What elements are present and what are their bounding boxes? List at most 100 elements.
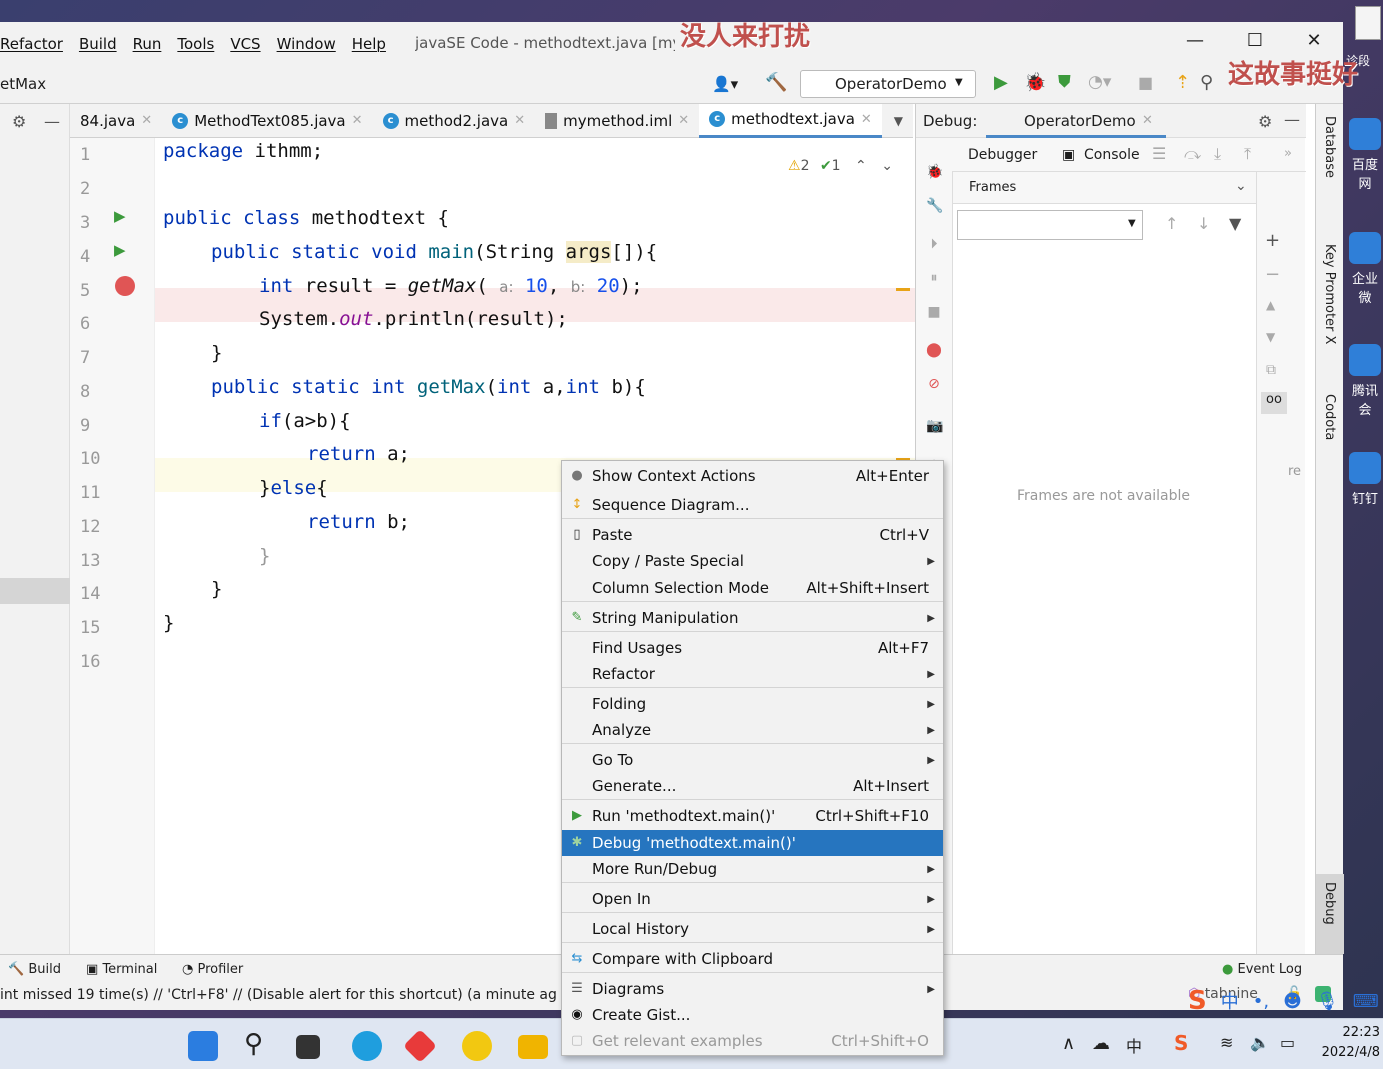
edge-icon[interactable] — [352, 1031, 382, 1061]
menu-item-copy-paste-special[interactable]: Copy / Paste Special ▶ — [562, 548, 943, 574]
search-everywhere-icon[interactable]: ⚲ — [1200, 72, 1213, 93]
menu-help[interactable]: Help — [344, 35, 394, 53]
coverage-icon[interactable]: ⛊ — [1058, 72, 1071, 92]
filter-icon[interactable]: ▼ — [1229, 214, 1241, 233]
emoji-icon[interactable]: ☻ — [1283, 991, 1302, 1012]
codota-tool-button[interactable]: Codota — [1322, 394, 1337, 440]
tab-mymethod-iml[interactable]: mymethod.iml ✕ — [535, 104, 699, 138]
view-breakpoints-icon[interactable]: ⬤ — [926, 342, 942, 358]
minimize-button[interactable]: — — [1180, 30, 1210, 51]
close-icon[interactable]: ✕ — [1142, 113, 1153, 128]
vcs-update-icon[interactable]: ⇡ — [1175, 72, 1190, 93]
desktop-icon-wecom[interactable]: 企业微 — [1347, 232, 1383, 306]
user-icon[interactable]: 👤▾ — [712, 75, 738, 93]
stop-icon[interactable]: ■ — [926, 304, 942, 320]
event-log-button[interactable]: ● Event Log — [1222, 962, 1302, 977]
thread-select[interactable]: ▼ — [957, 210, 1143, 240]
glasses-icon[interactable]: oo — [1261, 392, 1287, 414]
step-over-icon[interactable]: ⤼ — [1184, 144, 1201, 164]
app-yellow-icon[interactable] — [462, 1031, 492, 1061]
resume-icon[interactable]: ⏵ — [926, 236, 942, 252]
breadcrumb[interactable]: etMax — [0, 75, 46, 93]
desktop-icon-tencent-meeting[interactable]: 腾讯会 — [1347, 344, 1383, 418]
gear-icon[interactable]: ⚙ — [12, 112, 26, 131]
tab-84-java[interactable]: 84.java ✕ — [70, 104, 162, 138]
debug-icon[interactable]: 🐞 — [1024, 72, 1046, 93]
run-config-select[interactable]: OperatorDemo ▼ — [800, 70, 976, 98]
gear-icon[interactable]: ⚙ — [1258, 112, 1272, 131]
profiler-tool-button[interactable]: ◔ Profiler — [182, 962, 243, 977]
menu-item-local-history[interactable]: Local History ▶ — [562, 916, 943, 942]
debug-session-tab[interactable]: OperatorDemo ✕ — [986, 104, 1166, 138]
desktop-file-icon[interactable] — [1355, 6, 1381, 40]
menu-item-open-in[interactable]: Open In ▶ — [562, 886, 943, 912]
menu-build[interactable]: Build — [71, 35, 125, 53]
menu-item-compare-with-clipboard[interactable]: ⇆ Compare with Clipboard — [562, 946, 943, 972]
menu-run[interactable]: Run — [125, 35, 170, 53]
app-red-diamond-icon[interactable] — [403, 1029, 437, 1063]
tab-debugger[interactable]: Debugger — [968, 147, 1037, 163]
file-explorer-icon[interactable] — [518, 1035, 548, 1059]
menu-item-folding[interactable]: Folding ▶ — [562, 691, 943, 717]
close-icon[interactable]: ✕ — [861, 112, 872, 127]
more-icon[interactable]: » — [1284, 146, 1292, 161]
step-into-icon[interactable]: ⤓ — [1214, 144, 1221, 164]
ime-indicator-icon[interactable]: 中 — [1126, 1033, 1142, 1057]
wifi-icon[interactable]: ≋ — [1220, 1033, 1233, 1052]
menu-item-sequence-diagram[interactable]: ↕ Sequence Diagram... — [562, 492, 943, 518]
database-tool-button[interactable]: Database — [1322, 116, 1337, 178]
close-button[interactable]: ✕ — [1299, 30, 1329, 51]
error-stripe-mark[interactable] — [896, 288, 910, 291]
close-icon[interactable]: ✕ — [514, 113, 525, 128]
mic-icon[interactable]: 🎙 — [1316, 991, 1339, 1012]
menu-item-refactor[interactable]: Refactor ▶ — [562, 661, 943, 687]
clock-time[interactable]: 22:23 — [1320, 1025, 1380, 1040]
tab-method2[interactable]: c method2.java ✕ — [373, 104, 536, 138]
inspection-widget[interactable]: ⚠2 ✔1 ⌃ ⌄ — [788, 158, 893, 174]
pause-icon[interactable]: ⏸ — [926, 270, 942, 286]
build-tool-button[interactable]: 🔨 Build — [8, 962, 61, 977]
task-view-icon[interactable] — [296, 1035, 320, 1059]
chevron-down-icon[interactable]: ⌄ — [881, 158, 893, 174]
menu-item-column-selection-mode[interactable]: Column Selection Mode Alt+Shift+Insert — [562, 575, 943, 601]
clock-date[interactable]: 2022/4/8 — [1316, 1045, 1380, 1060]
menu-item-generate[interactable]: Generate... Alt+Insert — [562, 773, 943, 799]
menu-item-debug-methodtext-main[interactable]: ✱ Debug 'methodtext.main()' — [562, 830, 943, 856]
run-icon[interactable]: ▶ — [994, 72, 1008, 93]
sogou-icon[interactable]: S — [1188, 986, 1207, 1016]
menu-vcs[interactable]: VCS — [222, 35, 268, 53]
battery-icon[interactable]: ▭ — [1280, 1033, 1295, 1052]
copy-icon[interactable]: ⧉ — [1266, 362, 1276, 378]
menu-item-create-gist[interactable]: ◉ Create Gist... — [562, 1002, 943, 1028]
volume-icon[interactable]: 🔈 — [1250, 1033, 1270, 1052]
add-icon[interactable]: + — [1265, 230, 1280, 251]
tabs-dropdown-icon[interactable]: ▼ — [894, 114, 903, 128]
menu-item-paste[interactable]: ▯ Paste Ctrl+V — [562, 522, 943, 548]
rerun-debug-icon[interactable]: 🐞 — [926, 164, 943, 180]
status-message[interactable]: int missed 19 time(s) // 'Ctrl+F8' // (D… — [0, 987, 560, 1003]
remove-icon[interactable]: − — [1265, 264, 1280, 285]
arrow-down-icon[interactable]: ↓ — [1197, 214, 1210, 233]
punctuation-icon[interactable]: •, — [1253, 991, 1269, 1012]
profile-icon[interactable]: ◔▾ — [1088, 72, 1111, 92]
run-gutter-icon[interactable]: ▶ — [114, 241, 126, 259]
chevron-down-icon[interactable]: ⌄ — [1235, 178, 1247, 194]
arrow-down-icon[interactable]: ▼ — [1266, 330, 1275, 344]
tray-chevron-up-icon[interactable]: ∧ — [1062, 1033, 1075, 1054]
ime-mode-label[interactable]: 中 — [1221, 988, 1239, 1014]
debug-tool-button[interactable]: Debug — [1322, 882, 1337, 925]
maximize-button[interactable]: ☐ — [1240, 30, 1270, 51]
step-out-icon[interactable]: ⤒ — [1244, 144, 1251, 164]
menu-item-diagrams[interactable]: ☰ Diagrams ▶ — [562, 976, 943, 1002]
project-selected-row[interactable] — [0, 578, 70, 604]
camera-icon[interactable]: 📷 — [926, 418, 943, 434]
onedrive-icon[interactable]: ☁ — [1092, 1033, 1110, 1054]
menu-item-go-to[interactable]: Go To ▶ — [562, 747, 943, 773]
keyboard-icon[interactable]: ⌨ — [1353, 991, 1379, 1012]
menu-item-more-run-debug[interactable]: More Run/Debug ▶ — [562, 856, 943, 882]
menu-item-show-context-actions[interactable]: ● Show Context Actions Alt+Enter — [562, 463, 943, 489]
key-promoter-tool-button[interactable]: Key Promoter X — [1322, 244, 1337, 344]
arrow-up-icon[interactable]: ▲ — [1266, 298, 1275, 312]
hide-icon[interactable]: — — [1284, 110, 1300, 129]
wrench-icon[interactable]: 🔧 — [926, 198, 943, 214]
